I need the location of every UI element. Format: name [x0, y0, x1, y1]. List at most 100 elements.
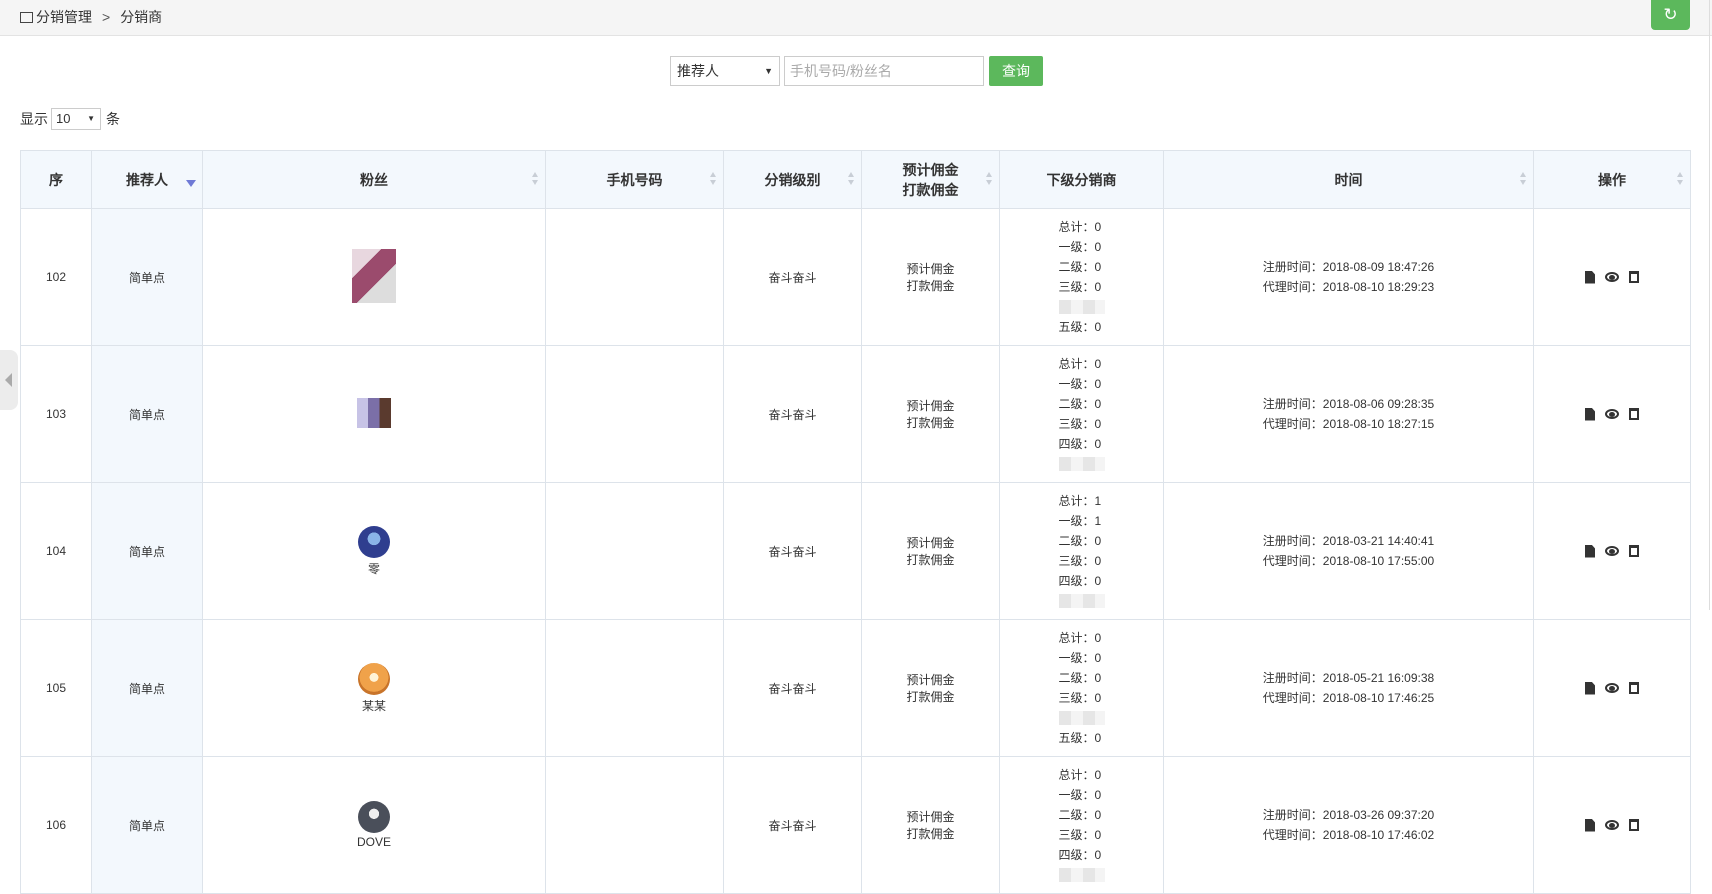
page-size-select[interactable]: 10 ▼: [51, 108, 101, 130]
redacted-sub-count: [1058, 594, 1105, 608]
avatar: [358, 662, 390, 695]
sort-icon: [1520, 172, 1527, 186]
cell-recommender: 简单点: [91, 208, 203, 346]
cell-actions: [1533, 756, 1691, 894]
refresh-icon: ↻: [1663, 5, 1678, 24]
cell-fan: [202, 208, 546, 346]
agent-time: 代理时间：2018-08-10 18:27:15: [1262, 417, 1435, 431]
cell-sub-distributors: 总计：0 一级：0 二级：0 三级：0 四级：0: [999, 756, 1164, 894]
register-time: 注册时间：2018-08-09 18:47:26: [1262, 260, 1435, 274]
cell-time: 注册时间：2018-03-21 14:40:41 代理时间：2018-08-10 …: [1163, 482, 1534, 620]
refresh-button[interactable]: ↻: [1651, 0, 1690, 30]
cell-index: 102: [20, 208, 92, 346]
sub-count: 一级：0: [1058, 788, 1102, 802]
col-header-level[interactable]: 分销级别: [723, 150, 862, 209]
cell-time: 注册时间：2018-03-26 09:37:20 代理时间：2018-08-10 …: [1163, 756, 1534, 894]
cell-sub-distributors: 总计：0 一级：0 二级：0 三级：0 五级：0: [999, 619, 1164, 757]
redacted-sub-count: [1058, 457, 1105, 471]
cell-phone: [545, 208, 724, 346]
cell-fan: [202, 345, 546, 483]
col-header-time[interactable]: 时间: [1163, 150, 1534, 209]
col-header-recommender[interactable]: 推荐人: [91, 150, 203, 209]
top-bar: 分销管理 > 分销商 ↻: [0, 0, 1712, 36]
trash-icon[interactable]: [1629, 819, 1639, 831]
breadcrumb-root[interactable]: 分销管理: [36, 7, 92, 27]
cell-phone: [545, 345, 724, 483]
cell-level: 奋斗奋斗: [723, 345, 862, 483]
page-size-control: 显示 10 ▼ 条: [20, 108, 120, 130]
cell-index: 106: [20, 756, 92, 894]
sub-count: 一级：0: [1058, 651, 1102, 665]
register-time: 注册时间：2018-05-21 16:09:38: [1262, 671, 1435, 685]
table-row: 102 简单点 奋斗奋斗 预计佣金 打款佣金 总计：0 一级：0 二级：0 三级：0 五级…: [20, 208, 1691, 346]
sub-count: 总计：0: [1058, 220, 1102, 234]
trash-icon[interactable]: [1629, 545, 1639, 557]
redacted-sub-count: [1058, 868, 1105, 882]
file-icon[interactable]: [1585, 407, 1595, 421]
col-header-fan[interactable]: 粉丝: [202, 150, 546, 209]
estimated-commission: 预计佣金: [906, 673, 955, 687]
sub-count: 三级：0: [1058, 417, 1102, 431]
distributor-table: 序 推荐人 粉丝 手机号码 分销级别 预计佣金 打款佣金 下级分销商 时间 操作 …: [20, 150, 1691, 894]
col-header-sub-distributors: 下级分销商: [999, 150, 1164, 209]
search-bar: 推荐人 ▼ 手机号码/粉丝名 查询: [670, 56, 1043, 86]
file-icon[interactable]: [1585, 544, 1595, 558]
col-header-index: 序: [20, 150, 92, 209]
cell-phone: [545, 482, 724, 620]
table-row: 104 简单点 零 奋斗奋斗 预计佣金 打款佣金 总计：1 一级：1 二级：0 三级：0…: [20, 482, 1691, 620]
sort-desc-icon: [186, 180, 196, 187]
cell-index: 105: [20, 619, 92, 757]
sub-count: 三级：0: [1058, 554, 1102, 568]
agent-time: 代理时间：2018-08-10 17:46:25: [1262, 691, 1435, 705]
col-header-commission[interactable]: 预计佣金 打款佣金: [861, 150, 1000, 209]
dropdown-arrow-icon: ▼: [87, 114, 95, 123]
trash-icon[interactable]: [1629, 271, 1639, 283]
cell-sub-distributors: 总计：0 一级：0 二级：0 三级：0 五级：0: [999, 208, 1164, 346]
view-eye-icon[interactable]: [1605, 272, 1619, 282]
cell-fan: 零: [202, 482, 546, 620]
sub-count: 一级：1: [1058, 514, 1102, 528]
sort-icon: [532, 172, 539, 186]
sub-count: 总计：1: [1058, 494, 1102, 508]
sub-count: 三级：0: [1058, 691, 1102, 705]
estimated-commission: 预计佣金: [906, 399, 955, 413]
sub-count: 四级：0: [1058, 437, 1102, 451]
cell-commission: 预计佣金 打款佣金: [861, 756, 1000, 894]
cell-actions: [1533, 482, 1691, 620]
avatar: [352, 249, 396, 303]
col-header-phone[interactable]: 手机号码: [545, 150, 724, 209]
sub-count: 一级：0: [1058, 240, 1102, 254]
file-icon[interactable]: [1585, 270, 1595, 284]
cell-index: 104: [20, 482, 92, 620]
cell-recommender: 简单点: [91, 482, 203, 620]
scrollbar-track[interactable]: [1709, 0, 1710, 610]
file-icon[interactable]: [1585, 681, 1595, 695]
view-eye-icon[interactable]: [1605, 546, 1619, 556]
cell-phone: [545, 756, 724, 894]
search-type-select[interactable]: 推荐人 ▼: [670, 56, 780, 86]
sort-icon: [986, 172, 993, 186]
file-icon[interactable]: [1585, 818, 1595, 832]
fan-name: DOVE: [356, 835, 391, 849]
view-eye-icon[interactable]: [1605, 683, 1619, 693]
page-size-prefix: 显示: [20, 111, 48, 127]
fan-name: 某某: [361, 698, 386, 713]
table-row: 106 简单点 DOVE 奋斗奋斗 预计佣金 打款佣金 总计：0 一级：0 二级：0 三…: [20, 756, 1691, 894]
view-eye-icon[interactable]: [1605, 409, 1619, 419]
cell-level: 奋斗奋斗: [723, 619, 862, 757]
sub-count: 二级：0: [1058, 534, 1102, 548]
breadcrumb-current: 分销商: [120, 9, 163, 25]
col-header-actions[interactable]: 操作: [1533, 150, 1691, 209]
agent-time: 代理时间：2018-08-10 18:29:23: [1262, 280, 1435, 294]
sub-count: 三级：0: [1058, 828, 1102, 842]
cell-commission: 预计佣金 打款佣金: [861, 208, 1000, 346]
trash-icon[interactable]: [1629, 408, 1639, 420]
query-button[interactable]: 查询: [989, 56, 1043, 86]
trash-icon[interactable]: [1629, 682, 1639, 694]
sub-count: 二级：0: [1058, 808, 1102, 822]
search-input[interactable]: 手机号码/粉丝名: [784, 56, 984, 86]
sub-count: 三级：0: [1058, 280, 1102, 294]
sidebar-toggle-handle[interactable]: [0, 350, 18, 410]
cell-recommender: 简单点: [91, 619, 203, 757]
view-eye-icon[interactable]: [1605, 820, 1619, 830]
